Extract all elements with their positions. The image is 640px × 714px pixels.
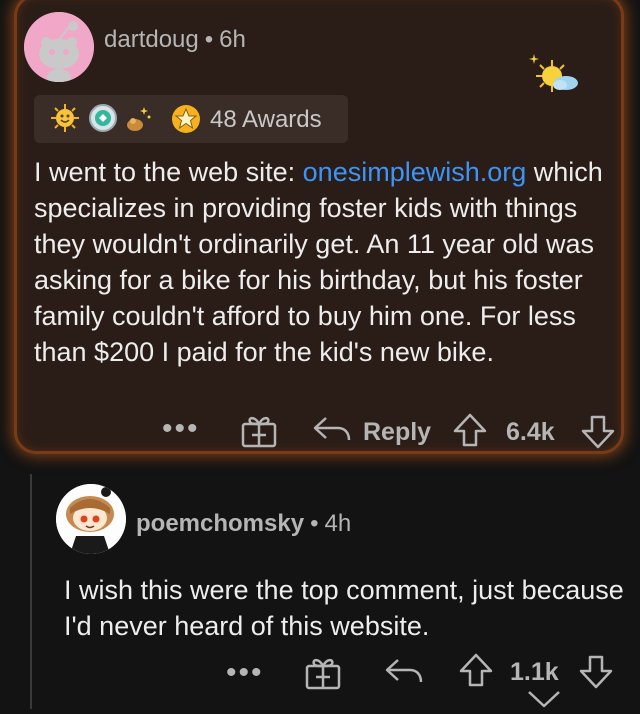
comment-body: I wish this were the top comment, just b… bbox=[64, 575, 624, 641]
sun-award-icon bbox=[50, 103, 80, 138]
meta-separator: • bbox=[204, 26, 214, 53]
more-options-button[interactable]: ••• bbox=[162, 414, 200, 444]
awards-count: 48 Awards bbox=[210, 106, 322, 133]
avatar[interactable] bbox=[56, 484, 126, 554]
comment-meta: dartdoug • 6h bbox=[104, 26, 246, 54]
comment-actions: ••• Reply 6.4k bbox=[0, 400, 640, 460]
comment-link[interactable]: onesimplewish.org bbox=[303, 157, 527, 187]
avatar[interactable] bbox=[24, 12, 94, 82]
downvote-arrow-icon[interactable] bbox=[580, 414, 616, 455]
gift-award-icon[interactable] bbox=[304, 654, 342, 695]
snoo-avatar-icon bbox=[24, 12, 94, 82]
comment-age: 4h bbox=[324, 510, 352, 537]
upvote-arrow-icon[interactable] bbox=[458, 652, 494, 693]
downvote-arrow-icon[interactable] bbox=[578, 654, 614, 695]
more-options-button[interactable]: ••• bbox=[226, 658, 264, 688]
awards-bar[interactable]: 48 Awards bbox=[34, 95, 348, 143]
username[interactable]: dartdoug bbox=[104, 26, 199, 53]
comment-text: which specializes in providing foster ki… bbox=[34, 157, 603, 367]
sun-award-icon bbox=[528, 52, 580, 99]
snoo-avatar-icon bbox=[56, 484, 126, 554]
meta-separator: • bbox=[310, 510, 319, 537]
comment-body: I went to the web site: onesimplewish.or… bbox=[34, 154, 614, 370]
vote-score: 6.4k bbox=[506, 418, 555, 446]
comment-text: I went to the web site: bbox=[34, 157, 303, 187]
reply-button[interactable]: Reply bbox=[363, 418, 431, 447]
username[interactable]: poemchomsky bbox=[136, 510, 304, 537]
chevron-down-icon[interactable] bbox=[526, 690, 562, 714]
upvote-arrow-icon[interactable] bbox=[452, 412, 488, 453]
wholesome-award-icon bbox=[88, 103, 118, 138]
comment-age: 6h bbox=[219, 26, 246, 53]
reply-arrow-icon[interactable] bbox=[384, 656, 424, 691]
vote-score: 1.1k bbox=[510, 658, 559, 686]
gift-award-icon[interactable] bbox=[240, 412, 278, 453]
comment-meta: poemchomsky • 4h bbox=[136, 510, 351, 538]
reply-arrow-icon[interactable] bbox=[312, 414, 352, 449]
silver-award-icon bbox=[122, 103, 152, 138]
star-award-icon bbox=[170, 103, 202, 140]
